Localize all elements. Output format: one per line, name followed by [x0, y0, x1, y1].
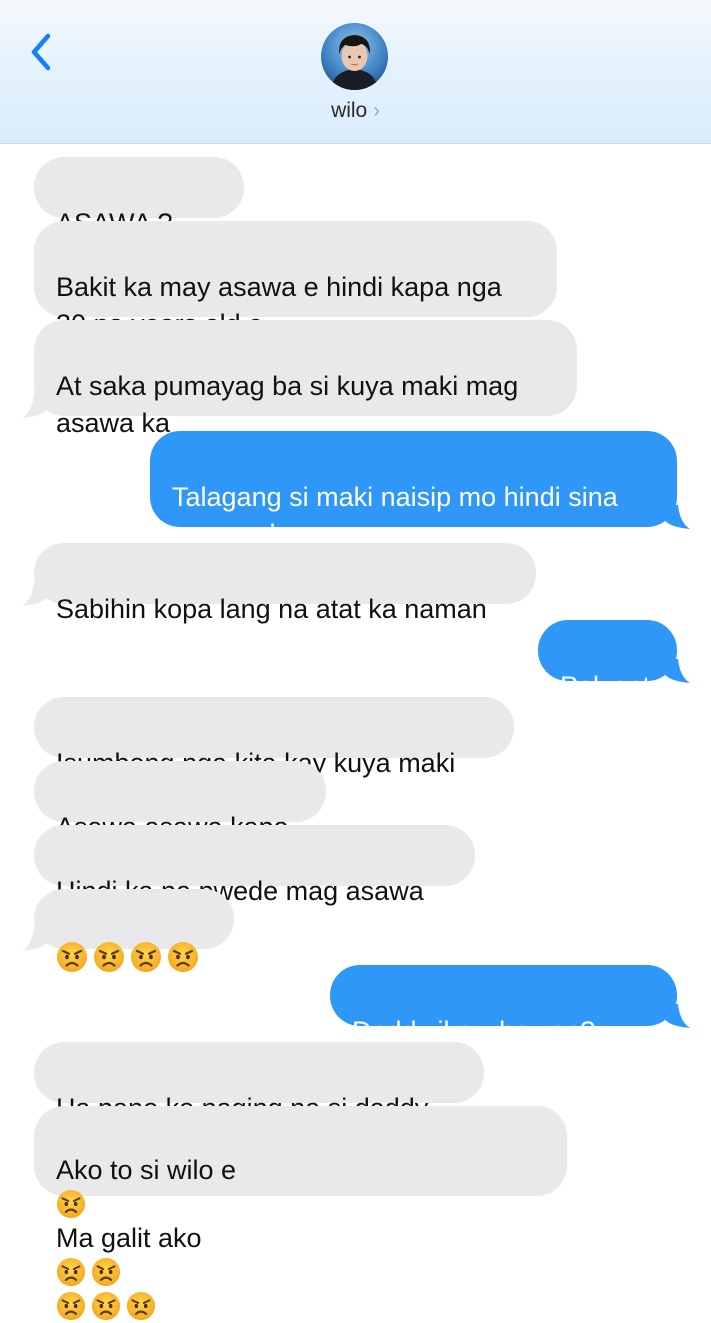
conversation-header: wilo ›	[0, 0, 711, 144]
angry-face-icon	[91, 1257, 121, 1287]
message-bubble-incoming[interactable]: Ako to si wilo e Ma galit ako	[34, 1106, 567, 1196]
contact-avatar[interactable]	[321, 23, 388, 90]
bubble-tail	[664, 1004, 690, 1028]
message-bubble-incoming[interactable]: Asawa asawa kapa	[34, 761, 326, 842]
message-text: Sabihin kopa lang na atat ka naman	[56, 594, 487, 624]
back-button[interactable]	[18, 28, 66, 76]
message-bubble-incoming[interactable]: ASAWA ?	[34, 157, 244, 218]
angry-face-icon	[56, 1257, 86, 1287]
message-bubble-incoming[interactable]: Sabihin kopa lang na atat ka naman	[34, 543, 536, 624]
angry-face-icon	[130, 941, 162, 973]
message-bubble-outgoing[interactable]: Palusot	[538, 620, 677, 701]
bubble-tail	[22, 582, 48, 606]
message-bubble-incoming[interactable]: At saka pumayag ba si kuya maki mag asaw…	[34, 320, 577, 438]
bubble-tail	[664, 659, 690, 683]
angry-face-icon	[126, 1291, 156, 1321]
angry-face-icon	[56, 1291, 86, 1321]
angry-face-icon	[91, 1291, 121, 1321]
avatar-photo	[321, 23, 388, 90]
bubble-tail	[664, 505, 690, 529]
bubble-tail	[22, 927, 48, 951]
message-bubble-incoming[interactable]: Isumbong nga kita kay kuya maki	[34, 697, 514, 778]
message-bubble-incoming[interactable]: Bakit ka may asawa e hindi kapa nga 30 n…	[34, 221, 557, 339]
message-bubble-incoming[interactable]: Ha pano ko naging na si daddy	[34, 1042, 484, 1123]
chevron-left-icon	[31, 33, 51, 71]
message-text: At saka pumayag ba si kuya maki mag asaw…	[56, 371, 519, 438]
message-bubble-incoming[interactable]: Hindi ka pa pwede mag asawa	[34, 825, 475, 906]
bubble-tail	[22, 394, 48, 418]
contact-name: wilo	[331, 99, 368, 122]
message-text: Palusot	[560, 671, 651, 701]
message-text: Ma galit ako	[56, 1223, 202, 1253]
chevron-right-icon: ›	[373, 100, 380, 122]
contact-name-button[interactable]: wilo ›	[0, 99, 711, 123]
message-bubble-outgoing[interactable]: Daddy ikaw ba yan?	[330, 965, 677, 1026]
message-bubble-outgoing[interactable]: Talagang si maki naisip mo hindi sina ma…	[150, 431, 677, 549]
angry-face-icon	[56, 1189, 86, 1219]
angry-face-icon	[56, 941, 88, 973]
message-bubble-incoming[interactable]	[34, 889, 234, 949]
angry-face-icon	[167, 941, 199, 973]
angry-face-icon	[93, 941, 125, 973]
message-text: Ako to si wilo e	[56, 1155, 237, 1185]
message-text: Talagang si maki naisip mo hindi sina ma…	[172, 482, 618, 549]
